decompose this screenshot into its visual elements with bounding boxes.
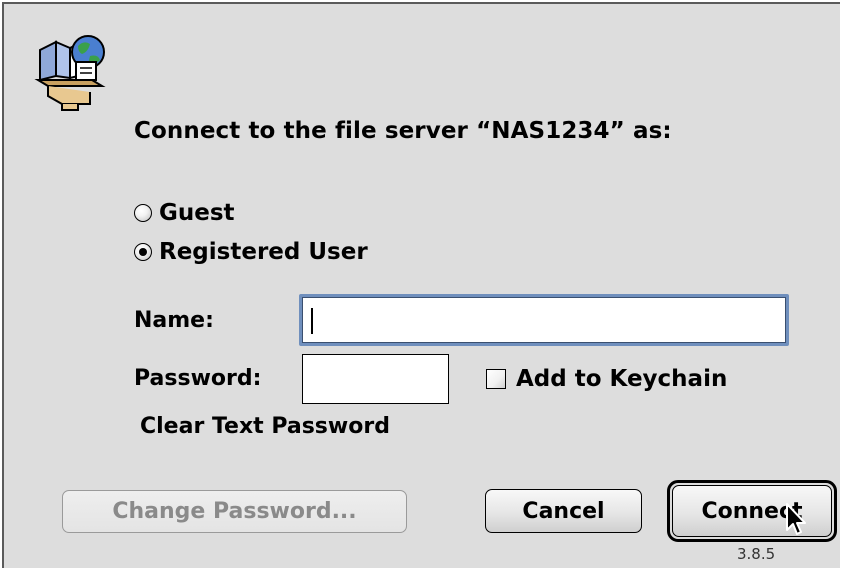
connect-dialog: Connect to the file server “NAS1234” as:… (2, 2, 840, 568)
registered-user-radio-option[interactable]: Registered User (134, 239, 368, 265)
name-field-label: Name: (134, 308, 214, 333)
add-to-keychain-checkbox[interactable] (486, 369, 506, 389)
connect-prompt: Connect to the file server “NAS1234” as: (134, 118, 672, 144)
guest-radio-label: Guest (159, 200, 235, 226)
guest-radio-option[interactable]: Guest (134, 200, 235, 226)
password-security-note: Clear Text Password (140, 414, 390, 439)
file-server-icon (34, 35, 106, 111)
password-field[interactable] (302, 354, 449, 404)
password-field-label: Password: (134, 366, 262, 391)
version-number: 3.8.5 (737, 545, 776, 563)
registered-user-radio-button[interactable] (134, 243, 152, 261)
registered-user-radio-label: Registered User (159, 239, 368, 265)
mouse-pointer-icon (786, 503, 806, 535)
text-caret (311, 308, 313, 334)
add-to-keychain-label: Add to Keychain (516, 366, 728, 392)
guest-radio-button[interactable] (134, 204, 152, 222)
add-to-keychain-option[interactable]: Add to Keychain (486, 366, 727, 392)
change-password-button[interactable]: Change Password... (62, 490, 407, 533)
name-field[interactable] (299, 294, 789, 346)
cancel-button[interactable]: Cancel (485, 489, 642, 533)
